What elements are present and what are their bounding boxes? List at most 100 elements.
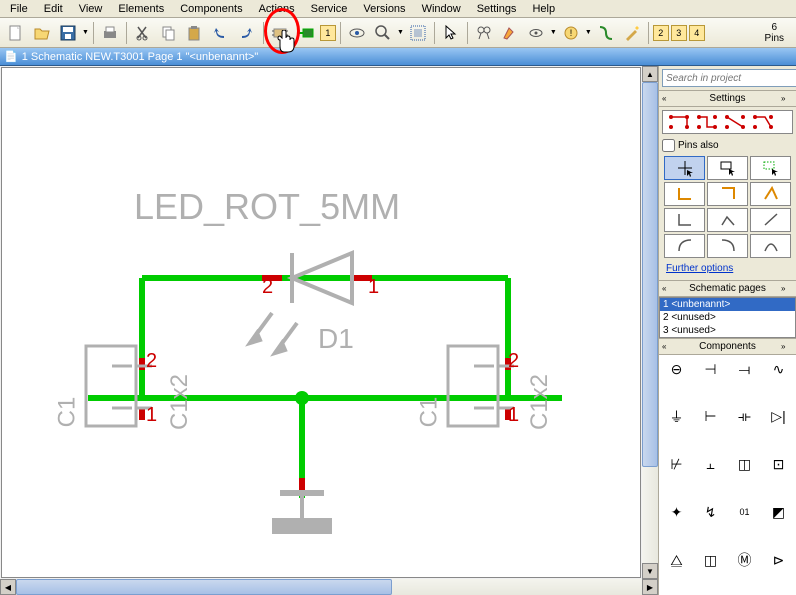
comp-opamp-icon[interactable]: ⊳: [762, 547, 795, 573]
zoom-button[interactable]: [371, 21, 395, 45]
net-style-3[interactable]: [723, 113, 747, 131]
chevron-right-icon: »: [781, 94, 793, 103]
menu-bar: File Edit View Elements Components Actio…: [0, 0, 796, 18]
comp-transistor-icon[interactable]: ⊬: [660, 452, 693, 478]
pin-1-conn-right: 1: [508, 404, 519, 427]
page-3-button[interactable]: 3: [671, 25, 687, 41]
undo-button[interactable]: [209, 21, 233, 45]
menu-help[interactable]: Help: [524, 1, 563, 17]
label-c1-right: C1: [415, 397, 443, 428]
schematic-pages-header[interactable]: « Schematic pages »: [659, 280, 796, 297]
find-button[interactable]: [472, 21, 496, 45]
net-style-4[interactable]: [751, 113, 775, 131]
comp-led-icon[interactable]: ✦: [660, 499, 693, 525]
page-row[interactable]: 3 <unused>: [660, 324, 795, 337]
tool-angle2[interactable]: [707, 182, 748, 206]
drc-button[interactable]: !: [559, 21, 583, 45]
tool-line2[interactable]: [707, 208, 748, 232]
page-1-button[interactable]: 1: [320, 25, 336, 41]
cut-button[interactable]: [131, 21, 155, 45]
scroll-left-button[interactable]: ◀: [0, 579, 16, 595]
zoom-area-button[interactable]: [406, 21, 430, 45]
comp-resistor-icon[interactable]: ⊖: [660, 356, 693, 382]
page-2-button[interactable]: 2: [653, 25, 669, 41]
tool-cursor-rect[interactable]: [707, 156, 748, 180]
comp-varicap-icon[interactable]: ◫: [728, 452, 761, 478]
label-d1: D1: [318, 323, 354, 355]
comp-inductor-icon[interactable]: ∿: [762, 356, 795, 382]
redo-button[interactable]: [235, 21, 259, 45]
menu-settings[interactable]: Settings: [469, 1, 525, 17]
svg-text:!: !: [570, 28, 573, 38]
copy-button[interactable]: [157, 21, 181, 45]
net-style-2[interactable]: [695, 113, 719, 131]
net-style-1[interactable]: [667, 113, 691, 131]
label-c1x2-right: C1x2: [526, 374, 554, 430]
paste-button[interactable]: [183, 21, 207, 45]
menu-elements[interactable]: Elements: [110, 1, 172, 17]
tool-curve3[interactable]: [750, 234, 791, 258]
open-button[interactable]: [30, 21, 54, 45]
pcb-button[interactable]: [294, 21, 318, 45]
menu-components[interactable]: Components: [172, 1, 250, 17]
tool-line3[interactable]: [750, 208, 791, 232]
horizontal-scrollbar[interactable]: ◀ ▶: [0, 579, 658, 595]
comp-zener-icon[interactable]: ⫠: [694, 452, 727, 478]
scroll-up-button[interactable]: ▲: [642, 66, 658, 82]
settings-header[interactable]: « Settings »: [659, 90, 796, 107]
comp-switch-icon[interactable]: ⧋: [660, 547, 693, 573]
new-button[interactable]: [4, 21, 28, 45]
right-panel: « Settings » Pins also: [658, 66, 796, 595]
tool-curve2[interactable]: [707, 234, 748, 258]
page-4-button[interactable]: 4: [689, 25, 705, 41]
print-button[interactable]: [98, 21, 122, 45]
comp-resistor2-icon[interactable]: ⟞: [728, 356, 761, 382]
pins-also-checkbox[interactable]: Pins also: [662, 137, 793, 154]
comp-cap-icon[interactable]: ⊢: [694, 404, 727, 430]
menu-file[interactable]: File: [2, 1, 36, 17]
scroll-right-button[interactable]: ▶: [642, 579, 658, 595]
comp-relay-icon[interactable]: ◫: [694, 547, 727, 573]
visibility-button[interactable]: [524, 21, 548, 45]
menu-window[interactable]: Window: [414, 1, 469, 17]
pin-2-left: 2: [262, 276, 273, 299]
eye-button[interactable]: [345, 21, 369, 45]
menu-view[interactable]: View: [71, 1, 111, 17]
schematic-canvas[interactable]: LED_ROT_5MM D1 2 1 C1 C1x2 2 1 C1 C1x2 2…: [1, 67, 641, 578]
menu-versions[interactable]: Versions: [355, 1, 413, 17]
tool-curve1[interactable]: [664, 234, 705, 258]
menu-edit[interactable]: Edit: [36, 1, 71, 17]
comp-photo-icon[interactable]: ↯: [694, 499, 727, 525]
menu-actions[interactable]: Actions: [251, 1, 303, 17]
tool-line1[interactable]: [664, 208, 705, 232]
highlight-button[interactable]: [498, 21, 522, 45]
select-button[interactable]: [439, 21, 463, 45]
vertical-scrollbar[interactable]: ▲ ▼: [642, 66, 658, 579]
comp-diode2-icon[interactable]: ▷|: [762, 404, 795, 430]
save-button[interactable]: [56, 21, 80, 45]
autoroute-button[interactable]: [594, 21, 618, 45]
menu-service[interactable]: Service: [303, 1, 356, 17]
chevron-left-icon: «: [662, 94, 674, 103]
components-header[interactable]: « Components »: [659, 338, 796, 355]
tool-angle3[interactable]: [750, 182, 791, 206]
search-input[interactable]: [662, 69, 796, 87]
comp-connector-icon[interactable]: ◩: [762, 499, 795, 525]
tool-cursor-rect-dash[interactable]: [750, 156, 791, 180]
wizard-button[interactable]: [620, 21, 644, 45]
pin-1-conn-left: 1: [146, 404, 157, 427]
further-options-link[interactable]: Further options: [662, 260, 793, 277]
scroll-down-button[interactable]: ▼: [642, 563, 658, 579]
page-row[interactable]: 2 <unused>: [660, 311, 795, 324]
pin-2-conn-right: 2: [508, 350, 519, 373]
tool-cursor-cross[interactable]: [664, 156, 705, 180]
comp-ground-icon[interactable]: ⏚: [660, 404, 693, 430]
tool-angle1[interactable]: [664, 182, 705, 206]
comp-motor-icon[interactable]: Ⓜ: [728, 547, 761, 573]
component-button[interactable]: [268, 21, 292, 45]
page-row[interactable]: 1 <unbenannt>: [660, 298, 795, 311]
comp-cap2-icon[interactable]: ⟛: [728, 404, 761, 430]
comp-crystal-icon[interactable]: ⊡: [762, 452, 795, 478]
comp-diode-icon[interactable]: ⊣: [694, 356, 727, 382]
comp-ic-icon[interactable]: 01: [728, 499, 761, 525]
